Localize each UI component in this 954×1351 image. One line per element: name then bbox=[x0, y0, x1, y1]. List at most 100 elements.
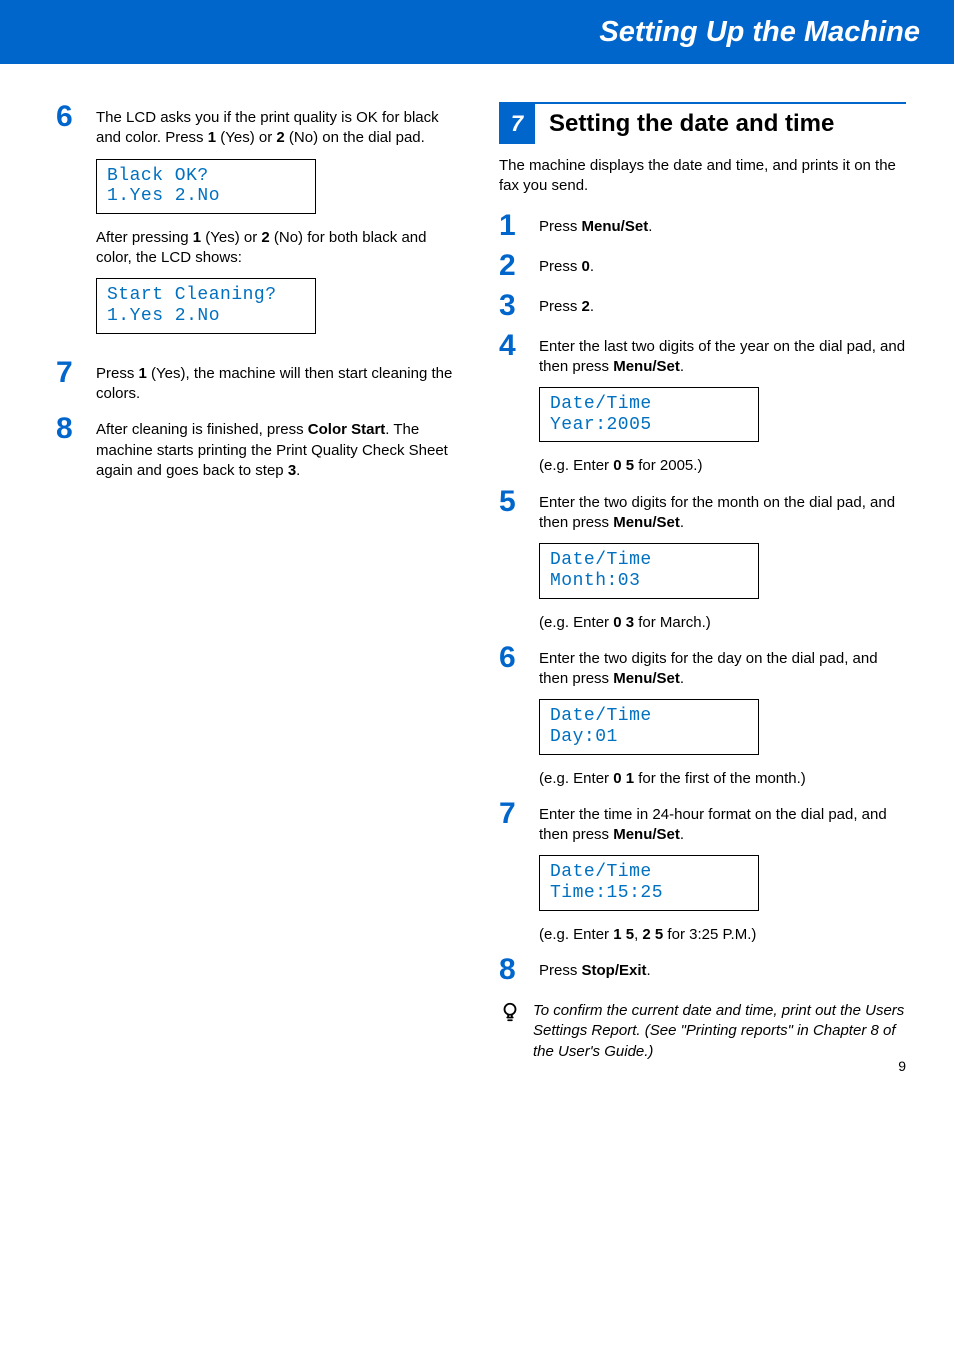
step-body: Enter the time in 24-hour format on the … bbox=[539, 799, 906, 945]
text: . bbox=[680, 514, 684, 531]
step-number: 4 bbox=[499, 331, 539, 361]
step-body: Press Menu/Set. bbox=[539, 211, 906, 237]
content-columns: 6 The LCD asks you if the print quality … bbox=[0, 64, 954, 1062]
step-ref: 3 bbox=[288, 462, 296, 479]
left-column: 6 The LCD asks you if the print quality … bbox=[56, 102, 463, 1062]
key-1: 1 bbox=[208, 129, 216, 146]
color-start-key: Color Start bbox=[308, 421, 386, 438]
left-step-8: 8 After cleaning is finished, press Colo… bbox=[56, 414, 463, 481]
lcd-display: Date/Time Month:03 bbox=[539, 543, 759, 598]
right-step-4: 4 Enter the last two digits of the year … bbox=[499, 331, 906, 477]
text: (Yes) or bbox=[216, 129, 276, 146]
lcd-line: 1.Yes 2.No bbox=[107, 186, 305, 207]
text: for 3:25 P.M.) bbox=[663, 926, 756, 943]
menu-set-key: Menu/Set bbox=[613, 514, 680, 531]
text: . bbox=[296, 462, 300, 479]
step-body: Press 2. bbox=[539, 291, 906, 317]
step-number: 5 bbox=[499, 487, 539, 517]
step-body: After cleaning is finished, press Color … bbox=[96, 414, 463, 481]
lcd-line: Date/Time bbox=[550, 394, 748, 415]
step-body: Press 1 (Yes), the machine will then sta… bbox=[96, 358, 463, 405]
key-1: 1 bbox=[193, 229, 201, 246]
right-column: 7 Setting the date and time The machine … bbox=[499, 102, 906, 1062]
step-number: 6 bbox=[499, 643, 539, 673]
right-step-7: 7 Enter the time in 24-hour format on th… bbox=[499, 799, 906, 945]
text: Press bbox=[96, 365, 139, 382]
menu-set-key: Menu/Set bbox=[613, 670, 680, 687]
text: for March.) bbox=[634, 614, 711, 631]
text: Enter the two digits for the month on th… bbox=[539, 494, 895, 531]
lcd-display: Date/Time Time:15:25 bbox=[539, 855, 759, 910]
tip-text: To confirm the current date and time, pr… bbox=[533, 1001, 906, 1062]
text: . bbox=[680, 826, 684, 843]
tip-block: To confirm the current date and time, pr… bbox=[499, 1001, 906, 1062]
text: . bbox=[680, 670, 684, 687]
left-step-6: 6 The LCD asks you if the print quality … bbox=[56, 102, 463, 348]
text: Enter the last two digits of the year on… bbox=[539, 338, 905, 375]
text: (e.g. Enter bbox=[539, 770, 613, 787]
right-step-5: 5 Enter the two digits for the month on … bbox=[499, 487, 906, 633]
lightbulb-icon bbox=[499, 1001, 521, 1028]
lcd-display: Date/Time Day:01 bbox=[539, 699, 759, 754]
text: (Yes), the machine will then start clean… bbox=[96, 365, 452, 402]
step-number: 8 bbox=[499, 955, 539, 985]
menu-set-key: Menu/Set bbox=[613, 826, 680, 843]
step-body: Enter the two digits for the month on th… bbox=[539, 487, 906, 633]
step-number: 7 bbox=[56, 358, 96, 388]
text: . bbox=[680, 358, 684, 375]
lcd-line: Day:01 bbox=[550, 727, 748, 748]
key-1: 1 bbox=[139, 365, 147, 382]
lcd-line: Date/Time bbox=[550, 706, 748, 727]
step-body: Press 0. bbox=[539, 251, 906, 277]
step-number: 3 bbox=[499, 291, 539, 321]
step-number: 7 bbox=[499, 799, 539, 829]
menu-set-key: Menu/Set bbox=[613, 358, 680, 375]
text: for the first of the month.) bbox=[634, 770, 806, 787]
lcd-line: Date/Time bbox=[550, 862, 748, 883]
key-0: 0 bbox=[582, 258, 590, 275]
lcd-line: 1.Yes 2.No bbox=[107, 306, 305, 327]
left-step-7: 7 Press 1 (Yes), the machine will then s… bbox=[56, 358, 463, 405]
text: Press bbox=[539, 218, 582, 235]
text: . bbox=[648, 218, 652, 235]
right-step-8: 8 Press Stop/Exit. bbox=[499, 955, 906, 985]
lcd-line: Start Cleaning? bbox=[107, 285, 305, 306]
step-body: The LCD asks you if the print quality is… bbox=[96, 102, 463, 348]
step-number: 6 bbox=[56, 102, 96, 132]
lcd-line: Black OK? bbox=[107, 166, 305, 187]
text: . bbox=[647, 962, 651, 979]
example-keys: 2 5 bbox=[642, 926, 663, 943]
key-2: 2 bbox=[261, 229, 269, 246]
text: (No) on the dial pad. bbox=[285, 129, 425, 146]
section-header: 7 Setting the date and time bbox=[499, 102, 906, 144]
menu-set-key: Menu/Set bbox=[582, 218, 649, 235]
page-number: 9 bbox=[898, 1058, 906, 1074]
page-banner: Setting Up the Machine bbox=[0, 0, 954, 64]
lcd-display: Start Cleaning? 1.Yes 2.No bbox=[96, 278, 316, 333]
lcd-line: Year:2005 bbox=[550, 415, 748, 436]
text: After pressing bbox=[96, 229, 193, 246]
text: (e.g. Enter bbox=[539, 926, 613, 943]
example-keys: 0 5 bbox=[613, 457, 634, 474]
lcd-line: Time:15:25 bbox=[550, 883, 748, 904]
text: . bbox=[590, 258, 594, 275]
text: for 2005.) bbox=[634, 457, 702, 474]
step-number: 1 bbox=[499, 211, 539, 241]
right-step-2: 2 Press 0. bbox=[499, 251, 906, 281]
step-body: Enter the two digits for the day on the … bbox=[539, 643, 906, 789]
example-keys: 0 3 bbox=[613, 614, 634, 631]
key-2: 2 bbox=[276, 129, 284, 146]
text: Enter the time in 24-hour format on the … bbox=[539, 806, 887, 843]
section-number: 7 bbox=[499, 104, 535, 144]
text: Press bbox=[539, 298, 582, 315]
step-body: Enter the last two digits of the year on… bbox=[539, 331, 906, 477]
example-keys: 0 1 bbox=[613, 770, 634, 787]
key-2: 2 bbox=[582, 298, 590, 315]
right-step-6: 6 Enter the two digits for the day on th… bbox=[499, 643, 906, 789]
step-body: Press Stop/Exit. bbox=[539, 955, 906, 981]
stop-exit-key: Stop/Exit bbox=[582, 962, 647, 979]
text: (e.g. Enter bbox=[539, 614, 613, 631]
text: (e.g. Enter bbox=[539, 457, 613, 474]
text: Press bbox=[539, 962, 582, 979]
text: After cleaning is finished, press bbox=[96, 421, 308, 438]
